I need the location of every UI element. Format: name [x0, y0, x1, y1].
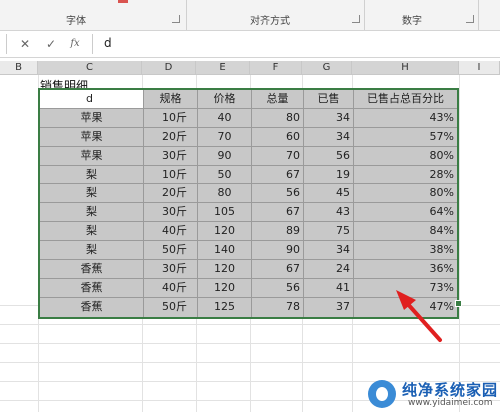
watermark-url: www.yidaimei.com	[408, 398, 493, 408]
annotation-arrow-icon	[396, 290, 442, 342]
watermark-name: 纯净系统家园	[402, 381, 499, 399]
watermark-logo-icon	[368, 380, 396, 408]
watermark-logo: 纯净系统家园 www.yidaimei.com	[368, 378, 498, 410]
